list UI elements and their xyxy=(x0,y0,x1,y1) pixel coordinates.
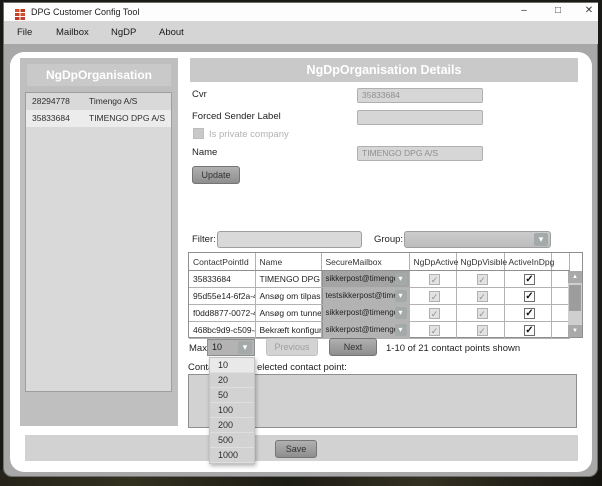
securemailbox-value: sikkerpost@timengo. xyxy=(326,308,401,317)
cell-name[interactable]: Ansøg om tilpasn xyxy=(255,288,321,305)
save-button[interactable]: Save xyxy=(275,440,317,458)
menu-item-about[interactable]: About xyxy=(159,27,184,38)
col-header-securemailbox[interactable]: SecureMailbox xyxy=(321,253,409,271)
window-title: DPG Customer Config Tool xyxy=(31,7,139,17)
cvr-field[interactable]: 35833684 xyxy=(357,88,483,103)
activeindpg-checkbox[interactable]: ✓ xyxy=(524,325,535,336)
cell-contactpointid[interactable]: f0dd8877-0072-4 xyxy=(189,305,255,322)
cell-name[interactable]: Bekræft konfigura xyxy=(255,322,321,339)
securemailbox-value: testsikkerpost@timen xyxy=(326,291,403,300)
max-dropdown-value: 10 xyxy=(212,342,222,352)
private-company-checkbox[interactable] xyxy=(193,128,204,139)
table-row[interactable]: 95d55e14-6f2a-4 Ansøg om tilpasn testsik… xyxy=(189,288,569,305)
close-button[interactable]: ✕ xyxy=(576,3,602,19)
group-dropdown[interactable]: ▾ xyxy=(404,231,551,248)
col-header-name[interactable]: Name xyxy=(255,253,321,271)
name-label: Name xyxy=(192,147,217,158)
desktop-background: DPG Customer Config Tool – □ ✕ File Mail… xyxy=(0,0,602,486)
table-header-row: ContactPointId Name SecureMailbox NgDpAc… xyxy=(189,253,569,271)
cell-name[interactable]: TIMENGO DPG A/ xyxy=(255,271,321,288)
table-row[interactable]: 35833684 TIMENGO DPG A/ sikkerpost@timen… xyxy=(189,271,569,288)
col-header-activeindpg[interactable]: ActiveInDpg xyxy=(504,253,551,271)
max-dropdown[interactable]: 10 ▾ xyxy=(207,339,255,356)
max-option-1000[interactable]: 1000 xyxy=(210,448,254,463)
max-option-200[interactable]: 200 xyxy=(210,418,254,433)
scroll-up-icon[interactable]: ▲ xyxy=(568,271,582,283)
ngdpvisible-checkbox: ✓ xyxy=(477,308,488,319)
securemailbox-combobox[interactable]: sikkerpost@timengo.▾ xyxy=(322,271,409,287)
organisation-cvr: 28294778 xyxy=(32,93,70,110)
organisation-panel-title: NgDpOrganisation xyxy=(27,64,171,86)
ngdpvisible-checkbox: ✓ xyxy=(477,291,488,302)
scrollbar-thumb[interactable] xyxy=(569,285,581,311)
filter-label: Filter: xyxy=(192,234,216,245)
forced-sender-field[interactable] xyxy=(357,110,483,125)
contact-groups-label-end: elected contact point: xyxy=(257,362,347,373)
col-header-ngdpvisible[interactable]: NgDpVisible xyxy=(456,253,504,271)
max-label: Max xyxy=(189,343,207,354)
activeindpg-checkbox[interactable]: ✓ xyxy=(524,274,535,285)
cell-contactpointid[interactable]: 95d55e14-6f2a-4 xyxy=(189,288,255,305)
menu-item-ngdp[interactable]: NgDP xyxy=(111,27,136,38)
previous-button[interactable]: Previous xyxy=(266,338,318,356)
next-button[interactable]: Next xyxy=(329,338,377,356)
max-option-50[interactable]: 50 xyxy=(210,388,254,403)
pagination-status: 1-10 of 21 contact points shown xyxy=(386,343,520,354)
menu-bar: File Mailbox NgDP About xyxy=(4,21,598,44)
table-row[interactable]: f0dd8877-0072-4 Ansøg om tunnel sikkerpo… xyxy=(189,305,569,322)
ngdpactive-checkbox: ✓ xyxy=(429,308,440,319)
organisation-list-item[interactable]: 28294778 Timengo A/S xyxy=(26,93,171,110)
securemailbox-value: sikkerpost@timengo. xyxy=(326,274,401,283)
chevron-down-icon[interactable]: ▾ xyxy=(395,290,407,302)
cvr-label: Cvr xyxy=(192,89,207,100)
cell-contactpointid[interactable]: 468bc9d9-c509-4 xyxy=(189,322,255,339)
table-scrollbar[interactable]: ▲ ▼ xyxy=(568,271,582,337)
organisation-cvr: 35833684 xyxy=(32,110,70,127)
ngdpactive-checkbox: ✓ xyxy=(429,274,440,285)
max-option-10[interactable]: 10 xyxy=(210,358,254,373)
chevron-down-icon[interactable]: ▾ xyxy=(534,233,548,246)
details-panel-title: NgDpOrganisation Details xyxy=(190,58,578,82)
private-company-label: Is private company xyxy=(209,129,289,140)
menu-item-mailbox[interactable]: Mailbox xyxy=(56,27,89,38)
ngdpvisible-checkbox: ✓ xyxy=(477,274,488,285)
forced-sender-label: Forced Sender Label xyxy=(192,111,281,122)
col-header-ngdpactive[interactable]: NgDpActive xyxy=(409,253,456,271)
scroll-down-icon[interactable]: ▼ xyxy=(568,325,582,337)
securemailbox-combobox[interactable]: sikkerpost@timengo.▾ xyxy=(322,305,409,321)
contact-points-table: ContactPointId Name SecureMailbox NgDpAc… xyxy=(188,252,583,338)
organisation-list-item-selected[interactable]: 35833684 TIMENGO DPG A/S xyxy=(26,110,171,127)
col-header-contactpointid[interactable]: ContactPointId xyxy=(189,253,255,271)
securemailbox-value: sikkerpost@timengo. xyxy=(326,325,401,334)
cell-contactpointid[interactable]: 35833684 xyxy=(189,271,255,288)
max-option-20[interactable]: 20 xyxy=(210,373,254,388)
organisation-name: TIMENGO DPG A/S xyxy=(89,110,165,127)
ngdpvisible-checkbox: ✓ xyxy=(477,325,488,336)
title-bar[interactable]: DPG Customer Config Tool xyxy=(4,3,598,21)
chevron-down-icon[interactable]: ▾ xyxy=(395,273,407,285)
table-row[interactable]: 468bc9d9-c509-4 Bekræft konfigura sikker… xyxy=(189,322,569,339)
maximize-button[interactable]: □ xyxy=(545,3,571,19)
filter-input[interactable] xyxy=(217,231,362,248)
max-dropdown-popup: 10 20 50 100 200 500 1000 xyxy=(209,357,255,464)
chevron-down-icon[interactable]: ▾ xyxy=(395,324,407,336)
max-option-500[interactable]: 500 xyxy=(210,433,254,448)
ngdpactive-checkbox: ✓ xyxy=(429,291,440,302)
name-field[interactable]: TIMENGO DPG A/S xyxy=(357,146,483,161)
menu-item-file[interactable]: File xyxy=(17,27,32,38)
chevron-down-icon[interactable]: ▾ xyxy=(395,307,407,319)
chevron-down-icon[interactable]: ▾ xyxy=(238,341,252,354)
activeindpg-checkbox[interactable]: ✓ xyxy=(524,291,535,302)
securemailbox-combobox[interactable]: testsikkerpost@timen▾ xyxy=(322,288,409,304)
organisation-list[interactable]: 28294778 Timengo A/S 35833684 TIMENGO DP… xyxy=(25,92,172,392)
ngdpactive-checkbox: ✓ xyxy=(429,325,440,336)
activeindpg-checkbox[interactable]: ✓ xyxy=(524,308,535,319)
securemailbox-combobox[interactable]: sikkerpost@timengo.▾ xyxy=(322,322,409,338)
group-label: Group: xyxy=(374,234,403,245)
max-option-100[interactable]: 100 xyxy=(210,403,254,418)
cell-name[interactable]: Ansøg om tunnel xyxy=(255,305,321,322)
update-button[interactable]: Update xyxy=(192,166,240,184)
organisation-name: Timengo A/S xyxy=(89,93,137,110)
minimize-button[interactable]: – xyxy=(511,3,537,19)
